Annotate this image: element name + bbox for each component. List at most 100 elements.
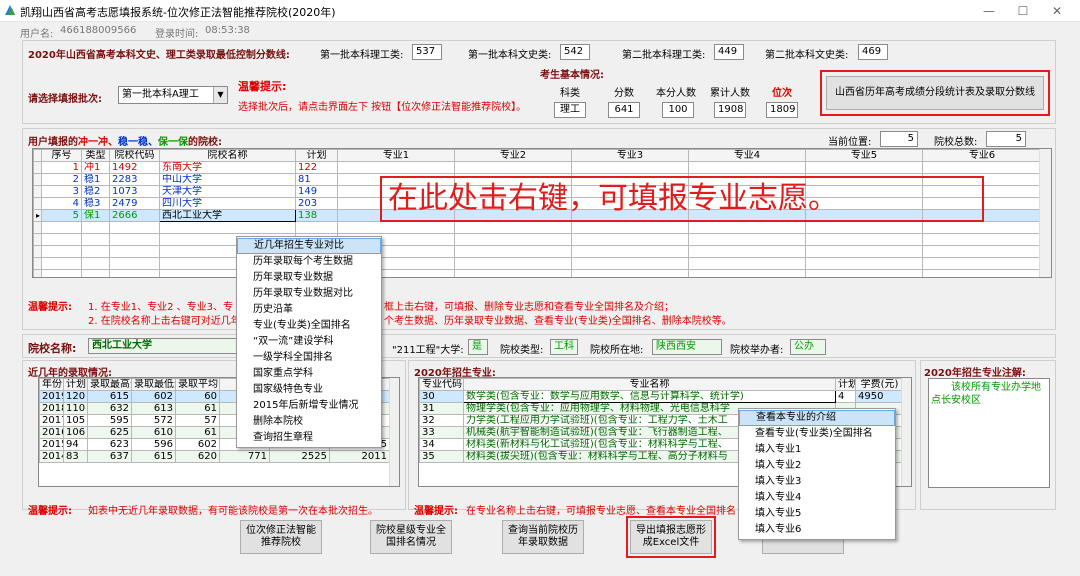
majors-scrollbar[interactable] — [901, 378, 911, 486]
empty-cell[interactable] — [688, 221, 806, 234]
context-menu-item[interactable]: 填入专业4 — [739, 490, 895, 506]
colleges-col-header[interactable]: 专业4 — [688, 149, 806, 162]
empty-cell[interactable] — [454, 269, 572, 277]
history-stats-button[interactable]: 山西省历年高考成绩分段统计表及录取分数线 — [826, 76, 1044, 110]
colleges-col-header[interactable]: 计划 — [295, 149, 338, 162]
row-indicator[interactable] — [33, 221, 42, 234]
recommend-button[interactable]: 位次修正法智能 推荐院校 — [240, 520, 322, 554]
row-indicator[interactable] — [33, 233, 42, 246]
empty-cell[interactable] — [81, 221, 110, 234]
empty-cell[interactable] — [41, 245, 82, 258]
empty-cell[interactable] — [571, 221, 689, 234]
chevron-down-icon[interactable]: ▼ — [213, 87, 227, 103]
college-row[interactable]: 1 冲1 1492 东南大学 122 — [33, 161, 1042, 174]
empty-cell[interactable] — [805, 257, 923, 270]
colleges-col-header[interactable]: 类型 — [81, 149, 110, 162]
college-name[interactable]: 西北工业大学 — [159, 209, 296, 222]
row-indicator[interactable] — [33, 197, 42, 210]
empty-cell[interactable] — [922, 245, 1042, 258]
empty-cell[interactable] — [109, 233, 160, 246]
context-menu-item[interactable]: 专业(专业类)全国排名 — [237, 318, 381, 334]
college-name[interactable]: 中山大学 — [159, 173, 296, 186]
context-menu-item[interactable]: 2015年后新增专业情况 — [237, 398, 381, 414]
row-indicator[interactable]: ▸ — [33, 209, 42, 222]
college-row[interactable] — [33, 233, 1042, 246]
empty-cell[interactable] — [41, 257, 82, 270]
empty-cell[interactable] — [688, 257, 806, 270]
empty-cell[interactable] — [41, 233, 82, 246]
major-slot-4[interactable] — [688, 161, 806, 174]
empty-cell[interactable] — [571, 233, 689, 246]
history-row[interactable]: 20148363761562077125252011 — [39, 450, 390, 463]
empty-cell[interactable] — [805, 269, 923, 277]
context-menu-item[interactable]: “双一流”建设学科 — [237, 334, 381, 350]
college-row[interactable] — [33, 221, 1042, 234]
export-excel-button[interactable]: 导出填报志愿形 成Excel文件 — [630, 520, 712, 554]
colleges-col-header[interactable]: 专业3 — [571, 149, 689, 162]
empty-cell[interactable] — [922, 257, 1042, 270]
star-major-ranking-button[interactable]: 院校星级专业全 国排名情况 — [370, 520, 452, 554]
empty-cell[interactable] — [688, 269, 806, 277]
empty-cell[interactable] — [109, 245, 160, 258]
query-history-button[interactable]: 查询当前院校历 年录取数据 — [502, 520, 584, 554]
empty-cell[interactable] — [571, 269, 689, 277]
major-slot-1[interactable] — [337, 161, 455, 174]
minimize-icon[interactable]: — — [972, 0, 1006, 22]
empty-cell[interactable] — [454, 233, 572, 246]
empty-cell[interactable] — [922, 269, 1042, 277]
context-menu-item[interactable]: 历史沿革 — [237, 302, 381, 318]
college-name[interactable]: 天津大学 — [159, 185, 296, 198]
row-indicator[interactable] — [33, 185, 42, 198]
empty-cell[interactable] — [922, 233, 1042, 246]
maximize-icon[interactable]: ☐ — [1006, 0, 1040, 22]
context-menu-item[interactable]: 填入专业3 — [739, 474, 895, 490]
empty-cell[interactable] — [922, 221, 1042, 234]
major-slot-3[interactable] — [571, 161, 689, 174]
college-row[interactable] — [33, 257, 1042, 270]
college-name[interactable]: 四川大学 — [159, 197, 296, 210]
context-menu-item[interactable]: 历年录取每个考生数据 — [237, 254, 381, 270]
close-icon[interactable]: ✕ — [1040, 0, 1074, 22]
colleges-col-header[interactable]: 院校代码 — [109, 149, 160, 162]
context-menu-item[interactable]: 一级学科全国排名 — [237, 350, 381, 366]
context-menu-item[interactable]: 填入专业1 — [739, 442, 895, 458]
empty-cell[interactable] — [81, 245, 110, 258]
major-slot-2[interactable] — [454, 161, 572, 174]
empty-cell[interactable] — [41, 221, 82, 234]
empty-cell[interactable] — [454, 257, 572, 270]
empty-cell[interactable] — [688, 245, 806, 258]
college-name[interactable]: 东南大学 — [159, 161, 296, 174]
row-indicator[interactable] — [33, 161, 42, 174]
context-menu-item[interactable]: 国家级特色专业 — [237, 382, 381, 398]
context-menu-item[interactable]: 删除本院校 — [237, 414, 381, 430]
major-slot-5[interactable] — [805, 161, 923, 174]
empty-cell[interactable] — [805, 233, 923, 246]
empty-cell[interactable] — [81, 233, 110, 246]
context-menu-item[interactable]: 查看本专业的介绍 — [739, 410, 895, 426]
major-name[interactable]: 数学类(包含专业：数学与应用数学、信息与计算科学、统计学) — [463, 390, 836, 403]
context-menu-item[interactable]: 查询招生章程 — [237, 430, 381, 446]
major-slot-6[interactable] — [922, 161, 1042, 174]
college-row[interactable] — [33, 269, 1042, 277]
empty-cell[interactable] — [337, 221, 455, 234]
empty-cell[interactable] — [805, 245, 923, 258]
context-menu-item[interactable]: 填入专业2 — [739, 458, 895, 474]
context-menu-item[interactable]: 历年录取专业数据对比 — [237, 286, 381, 302]
colleges-col-header[interactable]: 院校名称 — [159, 149, 296, 162]
empty-cell[interactable] — [805, 221, 923, 234]
context-menu-item[interactable]: 国家重点学科 — [237, 366, 381, 382]
colleges-scrollbar[interactable] — [1039, 149, 1051, 277]
empty-cell[interactable] — [109, 221, 160, 234]
context-menu-item[interactable]: 填入专业6 — [739, 522, 895, 538]
history-scrollbar[interactable] — [389, 378, 399, 486]
empty-cell[interactable] — [109, 269, 160, 277]
context-menu-item[interactable]: 填入专业5 — [739, 506, 895, 522]
major-row[interactable]: 30 数学类(包含专业：数学与应用数学、信息与计算科学、统计学) 4 4950 — [419, 390, 904, 403]
empty-cell[interactable] — [454, 221, 572, 234]
empty-cell[interactable] — [571, 257, 689, 270]
college-row[interactable] — [33, 245, 1042, 258]
empty-cell[interactable] — [571, 245, 689, 258]
empty-cell[interactable] — [81, 257, 110, 270]
row-indicator[interactable] — [33, 245, 42, 258]
empty-cell[interactable] — [109, 257, 160, 270]
